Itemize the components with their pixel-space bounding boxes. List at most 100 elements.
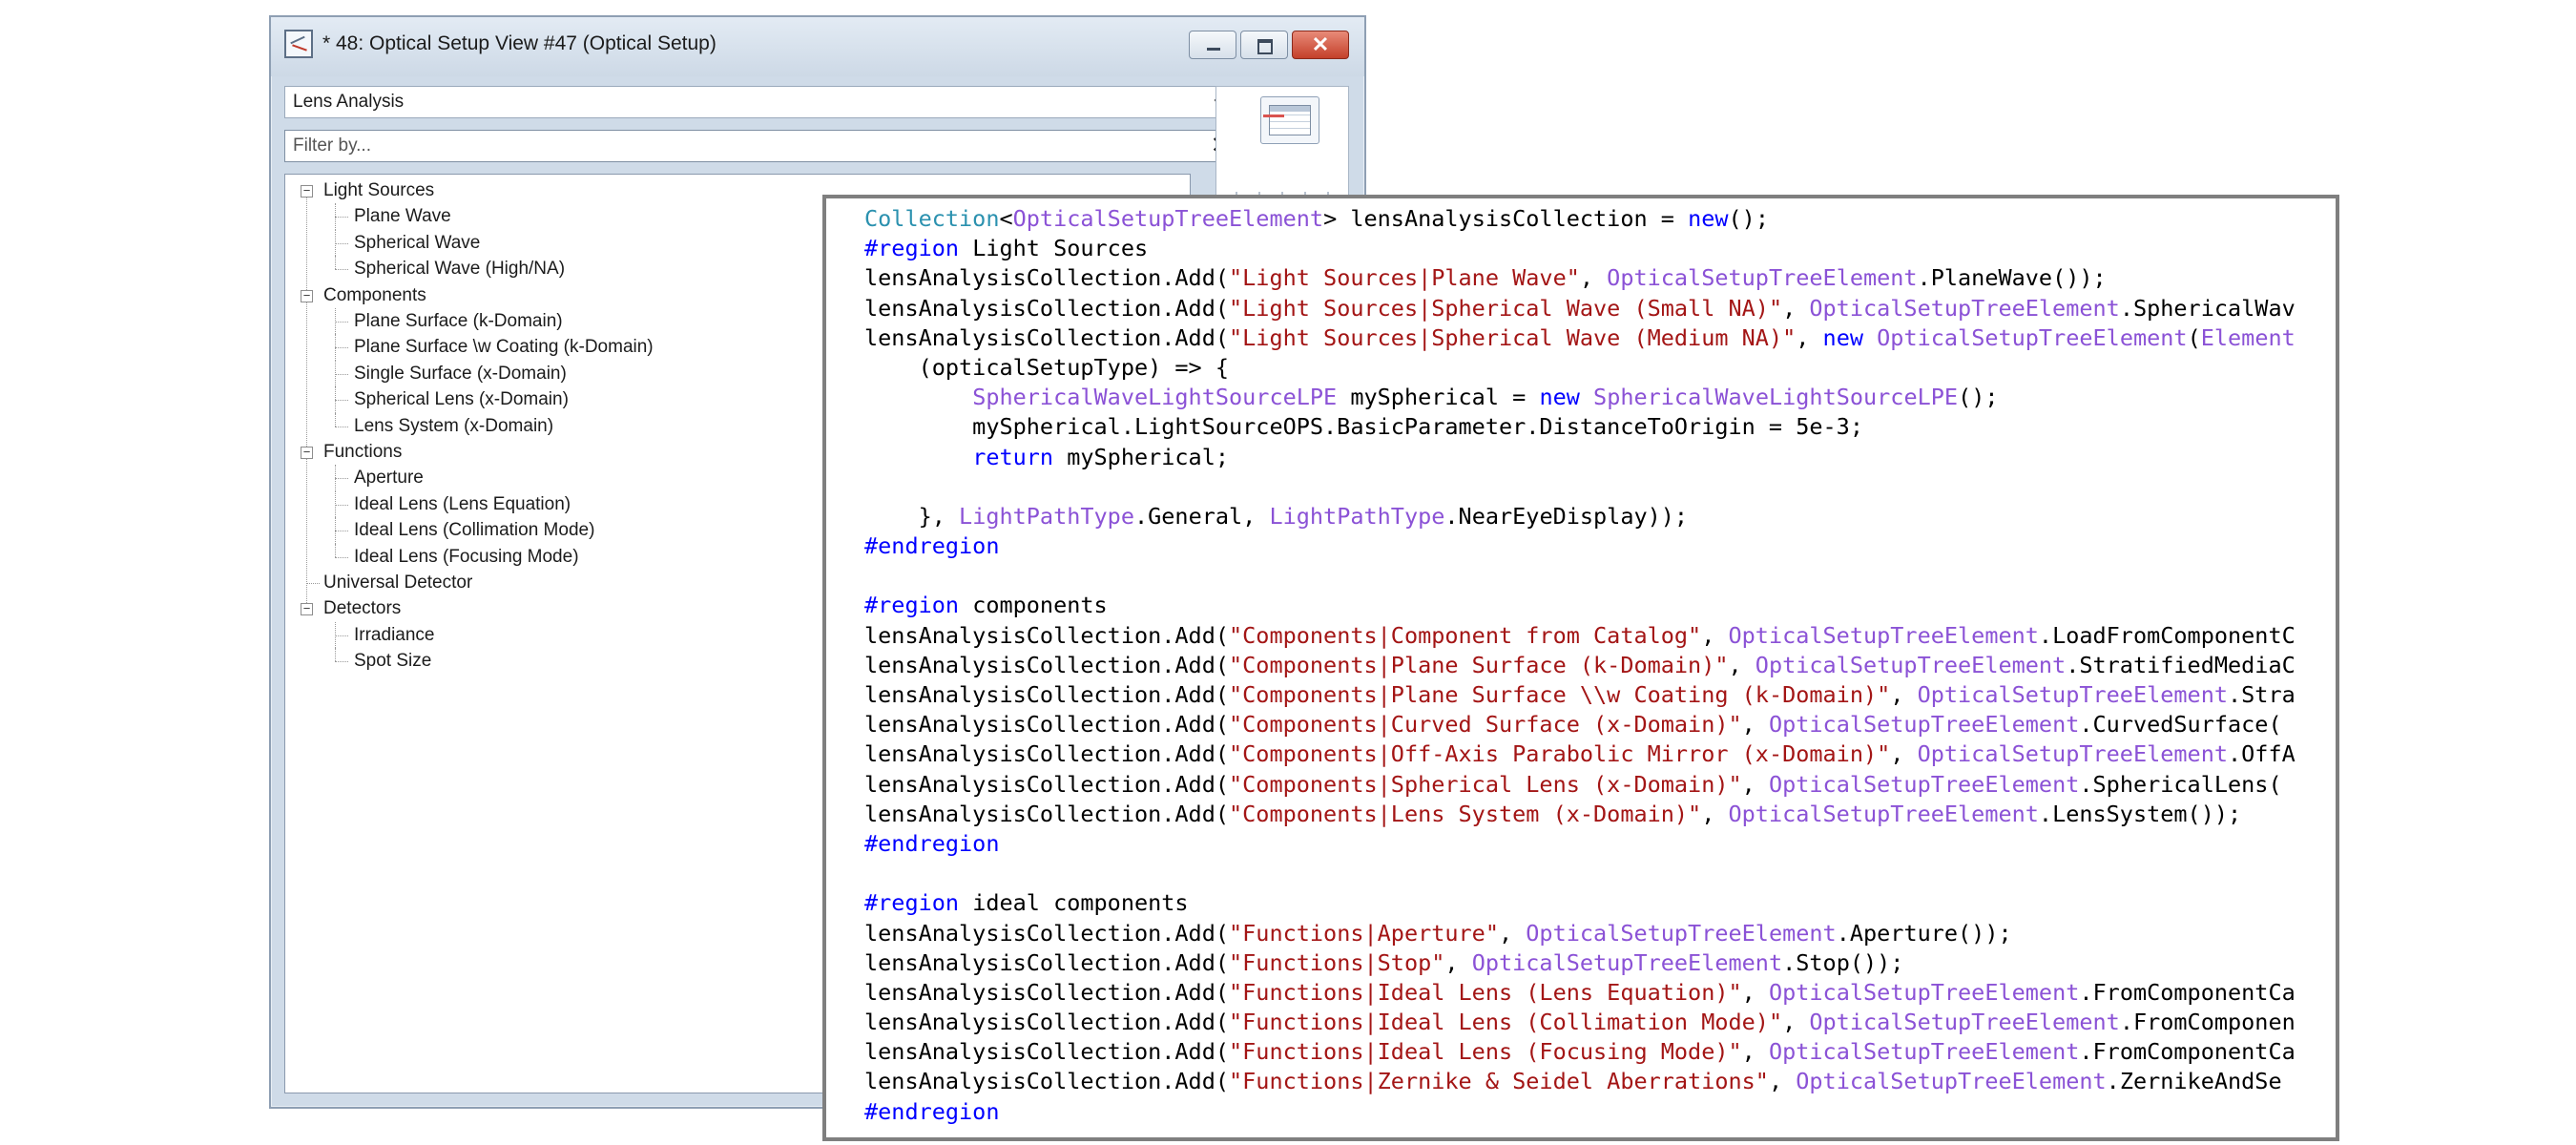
tree-item[interactable]: Irradiance <box>354 623 435 648</box>
tree-item[interactable]: Spherical Wave <box>354 231 480 256</box>
tree-item[interactable]: Single Surface (x-Domain) <box>354 362 567 386</box>
tree-item[interactable]: Plane Surface (k-Domain) <box>354 309 563 334</box>
tree-connector <box>335 242 348 244</box>
collapse-toggle-icon[interactable]: − <box>301 184 313 198</box>
code-token: "Components|Curved Surface (x-Domain)" <box>1229 711 1742 739</box>
tree-connector <box>335 347 348 349</box>
code-token: "Functions|Ideal Lens (Lens Equation)" <box>1229 978 1742 1006</box>
code-line: #region ideal components <box>864 888 2296 918</box>
code-line: SphericalWaveLightSourceLPE mySpherical … <box>864 383 2296 412</box>
tree-connector <box>335 490 336 518</box>
maximize-button[interactable] <box>1240 31 1288 59</box>
code-token: .FromComponentCa <box>2079 978 2296 1006</box>
collapse-toggle-icon[interactable]: − <box>301 289 313 302</box>
code-token: .OffA <box>2228 740 2296 768</box>
code-token: OpticalSetupTreeElement <box>1809 294 2120 322</box>
tree-item[interactable]: Plane Wave <box>354 204 451 229</box>
app-icon[interactable] <box>284 30 313 58</box>
tree-group[interactable]: Universal Detector <box>323 571 472 595</box>
tree-item[interactable]: Ideal Lens (Lens Equation) <box>354 492 571 517</box>
code-token: lensAnalysisCollection.Add( <box>864 651 1230 678</box>
code-line: #endregion <box>864 829 2296 859</box>
collapse-toggle-icon[interactable]: − <box>301 602 313 616</box>
code-token: #region <box>864 889 960 917</box>
code-token: "Components|Lens System (x-Domain)" <box>1229 800 1702 827</box>
tree-item[interactable]: Aperture <box>354 466 424 490</box>
code-line: lensAnalysisCollection.Add("Functions|Id… <box>864 1008 2296 1037</box>
filter-input[interactable]: Filter by... ✕ <box>284 130 1238 162</box>
tree-item[interactable]: Spherical Wave (High/NA) <box>354 257 565 281</box>
tree-item[interactable]: Lens System (x-Domain) <box>354 414 553 439</box>
tree-item[interactable]: Spot Size <box>354 649 431 674</box>
tree-group[interactable]: Functions <box>323 440 402 465</box>
code-line: mySpherical.LightSourceOPS.BasicParamete… <box>864 412 2296 442</box>
tree-item[interactable]: Spherical Lens (x-Domain) <box>354 387 569 412</box>
code-token: OpticalSetupTreeElement <box>1728 800 2039 827</box>
tree-connector <box>335 478 348 480</box>
close-icon: ✕ <box>1311 32 1330 56</box>
code-token: new <box>1822 323 1863 351</box>
code-token: "Functions|Aperture" <box>1229 919 1499 947</box>
tree-connector <box>335 373 348 375</box>
code-token: lensAnalysisCollection.Add( <box>864 294 1230 322</box>
code-token: #region <box>864 235 960 262</box>
code-token: "Functions|Zernike & Seidel Aberrations" <box>1229 1068 1769 1095</box>
code-token: (); <box>1728 205 1769 232</box>
window-title: * 48: Optical Setup View #47 (Optical Se… <box>322 32 717 54</box>
code-line: lensAnalysisCollection.Add("Functions|Ze… <box>864 1067 2296 1096</box>
code-token: OpticalSetupTreeElement <box>1917 681 2228 708</box>
tree-item[interactable]: Plane Surface \w Coating (k-Domain) <box>354 335 654 360</box>
tree-connector <box>335 465 336 491</box>
tree-connector <box>335 543 336 557</box>
code-line: lensAnalysisCollection.Add("Functions|Id… <box>864 978 2296 1008</box>
code-token: return <box>972 443 1054 470</box>
code-token: OpticalSetupTreeElement <box>1877 323 2188 351</box>
code-token: , <box>1890 740 1918 768</box>
code-line: lensAnalysisCollection.Add("Functions|Id… <box>864 1037 2296 1067</box>
code-token: OpticalSetupTreeElement <box>1917 740 2228 768</box>
code-line: Collection<OpticalSetupTreeElement> lens… <box>864 204 2296 234</box>
code-token: lensAnalysisCollection.Add( <box>864 740 1230 768</box>
code-line: lensAnalysisCollection.Add("Functions|St… <box>864 948 2296 978</box>
tree-connector <box>335 256 336 270</box>
code-token: , <box>1741 711 1769 739</box>
code-token: }, <box>864 502 960 530</box>
code-token: OpticalSetupTreeElement <box>1607 264 1918 292</box>
title-bar[interactable]: * 48: Optical Setup View #47 (Optical Se… <box>271 17 1364 76</box>
tree-group[interactable]: Detectors <box>323 596 401 621</box>
tree-connector <box>335 556 348 558</box>
code-line: }, LightPathType.General, LightPathType.… <box>864 502 2296 531</box>
code-token: Element <box>2200 323 2296 351</box>
code-token: #endregion <box>864 829 1000 857</box>
tree-item[interactable]: Ideal Lens (Focusing Mode) <box>354 545 579 570</box>
code-token: "Components|Off-Axis Parabolic Mirror (x… <box>1229 740 1891 768</box>
table-grid-icon[interactable] <box>1260 96 1319 144</box>
code-token: .SphericalLens( <box>2079 770 2282 798</box>
code-token: , <box>1741 1038 1769 1066</box>
code-token: OpticalSetupTreeElement <box>1809 1009 2120 1036</box>
tree-connector <box>335 648 336 662</box>
tree-group[interactable]: Components <box>323 283 426 308</box>
minimize-button[interactable] <box>1189 31 1236 59</box>
code-token: , <box>1444 948 1472 976</box>
code-token: , <box>1796 323 1823 351</box>
code-token: lensAnalysisCollection.Add( <box>864 681 1230 708</box>
collapse-toggle-icon[interactable]: − <box>301 446 313 459</box>
code-token: .Aperture()); <box>1836 919 2012 947</box>
code-token: , <box>1701 800 1729 827</box>
code-token: lensAnalysisCollection.Add( <box>864 770 1230 798</box>
tree-item[interactable]: Ideal Lens (Collimation Mode) <box>354 518 594 543</box>
code-token: "Components|Plane Surface \\w Coating (k… <box>1229 681 1891 708</box>
code-token: OpticalSetupTreeElement <box>1728 621 2039 649</box>
tree-group[interactable]: Light Sources <box>323 178 434 203</box>
tree-connector <box>335 386 336 413</box>
close-button[interactable]: ✕ <box>1292 31 1349 59</box>
code-token: .SphericalWav <box>2119 294 2296 322</box>
code-token: .Stop()); <box>1782 948 1904 976</box>
analysis-type-dropdown[interactable]: Lens Analysis <box>284 86 1238 118</box>
code-token: OpticalSetupTreeElement <box>1768 711 2080 739</box>
filter-placeholder: Filter by... <box>293 135 371 156</box>
code-token: components <box>959 592 1108 619</box>
